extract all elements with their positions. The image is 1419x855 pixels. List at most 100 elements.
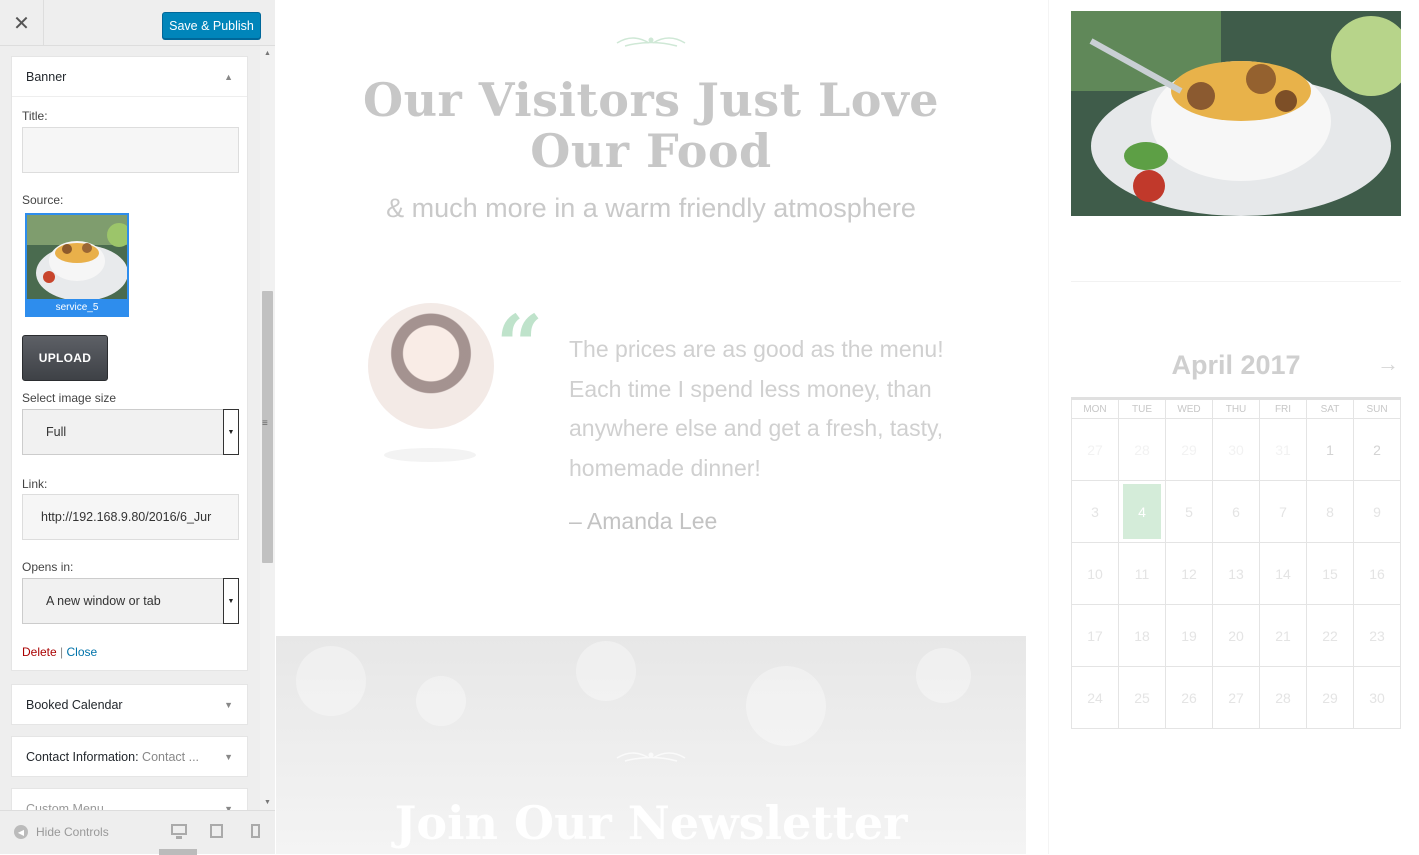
title-input[interactable] [22,127,239,173]
calendar-day-cell[interactable]: 30 [1353,666,1401,729]
active-device-indicator [159,849,197,855]
banner-widget: Banner ▲ Title: Source: service_5 UPLOAD… [11,56,248,671]
contact-title-prefix: Contact Information: [26,750,139,764]
calendar-day-cell[interactable]: 20 [1212,604,1260,667]
bokeh-light [916,648,971,703]
calendar-day-cell[interactable]: 15 [1306,542,1354,605]
calendar-day-cell[interactable]: 16 [1353,542,1401,605]
calendar-day-cell[interactable]: 10 [1071,542,1119,605]
image-size-label: Select image size [22,391,117,405]
hide-controls-button[interactable]: ◀ Hide Controls [14,825,109,839]
bokeh-light [576,641,636,701]
calendar-day-cell[interactable]: 30 [1212,418,1260,481]
calendar-day-cell[interactable]: 9 [1353,480,1401,543]
calendar-day-cell[interactable]: 5 [1165,480,1213,543]
opens-in-value: A new window or tab [46,594,161,608]
custom-menu-widget[interactable]: Custom Menu ▼ [11,788,248,810]
desktop-preview-icon[interactable] [171,824,187,839]
expand-arrow-icon[interactable]: ▼ [224,752,233,762]
link-label: Link: [22,477,48,491]
testimonial-avatar [368,303,494,429]
scroll-up-icon[interactable]: ▲ [264,50,271,57]
calendar-day-cell[interactable]: 17 [1071,604,1119,667]
tablet-preview-icon[interactable] [210,824,223,838]
calendar-day-cell[interactable]: 6 [1212,480,1260,543]
collapse-arrow-icon[interactable]: ▲ [224,72,233,82]
image-size-value: Full [46,425,67,439]
weekday-sat: SAT [1306,398,1354,419]
booked-calendar-widget[interactable]: Booked Calendar ▼ [11,684,248,725]
mobile-preview-icon[interactable] [251,824,260,838]
calendar-day-cell[interactable]: 4 [1118,480,1166,543]
calendar-day-cell[interactable]: 29 [1306,666,1354,729]
customizer-footer: ◀ Hide Controls [0,810,275,855]
newsletter-section: Join Our Newsletter [276,636,1026,854]
calendar-day-cell[interactable]: 29 [1165,418,1213,481]
calendar-day-cell[interactable]: 28 [1118,418,1166,481]
save-publish-button[interactable]: Save & Publish [162,12,261,39]
calendar-day-cell[interactable]: 21 [1259,604,1307,667]
quote-mark-icon: “ [496,298,544,394]
weekday-tue: TUE [1118,398,1166,419]
title-label: Title: [22,109,48,123]
calendar-day-cell[interactable]: 8 [1306,480,1354,543]
next-month-arrow-icon[interactable]: → [1377,351,1399,377]
image-size-select[interactable]: Full ▼ [22,409,239,455]
calendar-body: 27 28 29 30 31 1 2 3 4 5 6 7 8 9 10 11 12 13 14 15 16 17 18 19 2… [1071,418,1401,729]
dropdown-arrow-icon[interactable]: ▼ [223,578,239,624]
calendar-day-cell[interactable]: 18 [1118,604,1166,667]
weekday-mon: MON [1071,398,1119,419]
dropdown-arrow-icon[interactable]: ▼ [223,409,239,455]
weekday-thu: THU [1212,398,1260,419]
calendar-month-title: April 2017 [1171,350,1301,380]
weekday-wed: WED [1165,398,1213,419]
weekday-fri: FRI [1259,398,1307,419]
scroll-down-icon[interactable]: ▼ [264,799,271,806]
calendar-day-cell[interactable]: 23 [1353,604,1401,667]
expand-arrow-icon[interactable]: ▼ [224,700,233,710]
calendar-day-cell[interactable]: 1 [1306,418,1354,481]
calendar-day-cell[interactable]: 31 [1259,418,1307,481]
banner-widget-header[interactable]: Banner ▲ [12,57,247,97]
calendar-day-cell[interactable]: 26 [1165,666,1213,729]
collapse-icon: ◀ [14,825,28,839]
banner-image-thumbnail[interactable]: service_5 [25,213,129,317]
widget-actions: Delete | Close [22,645,97,659]
contact-widget-title: Contact Information: Contact ... [26,750,199,764]
link-input[interactable]: http://192.168.9.80/2016/6_Jur [22,494,239,540]
banner-food-image[interactable] [1071,11,1401,216]
calendar-day-cell[interactable]: 19 [1165,604,1213,667]
resize-grip-icon[interactable]: ≡ [262,418,268,429]
testimonials-subheading: & much more in a warm friendly atmospher… [386,193,916,223]
calendar-day-cell[interactable]: 2 [1353,418,1401,481]
calendar-day-cell[interactable]: 25 [1118,666,1166,729]
widgets-panel[interactable]: Banner ▲ Title: Source: service_5 UPLOAD… [0,46,260,810]
close-link[interactable]: Close [67,645,98,659]
calendar-day-cell[interactable]: 22 [1306,604,1354,667]
calendar-day-cell[interactable]: 3 [1071,480,1119,543]
calendar-day-cell[interactable]: 24 [1071,666,1119,729]
calendar-day-cell[interactable]: 14 [1259,542,1307,605]
opens-in-label: Opens in: [22,560,74,574]
close-customizer-button[interactable]: ✕ [0,0,44,46]
calendar-day-cell[interactable]: 12 [1165,542,1213,605]
opens-in-select[interactable]: A new window or tab ▼ [22,578,239,624]
booked-calendar-widget-header[interactable]: Booked Calendar ▼ [12,685,247,725]
contact-widget-header[interactable]: Contact Information: Contact ... ▼ [12,737,247,777]
upload-button[interactable]: UPLOAD [22,335,108,381]
banner-widget-title: Banner [26,69,67,84]
contact-information-widget[interactable]: Contact Information: Contact ... ▼ [11,736,248,777]
delete-link[interactable]: Delete [22,645,57,659]
testimonial-author: – Amanda Lee [569,508,718,534]
today-marker: 4 [1123,484,1161,539]
calendar-week-row: 17 18 19 20 21 22 23 [1071,604,1401,667]
calendar-day-cell[interactable]: 11 [1118,542,1166,605]
calendar-day-cell[interactable]: 7 [1259,480,1307,543]
custom-menu-widget-header[interactable]: Custom Menu ▼ [12,789,247,810]
calendar-day-cell[interactable]: 27 [1071,418,1119,481]
calendar-day-cell[interactable]: 28 [1259,666,1307,729]
calendar-day-cell[interactable]: 13 [1212,542,1260,605]
image-caption: service_5 [27,299,127,315]
calendar-day-cell[interactable]: 27 [1212,666,1260,729]
customizer-sidebar: ✕ Save & Publish Banner ▲ Title: Source: [0,0,275,855]
